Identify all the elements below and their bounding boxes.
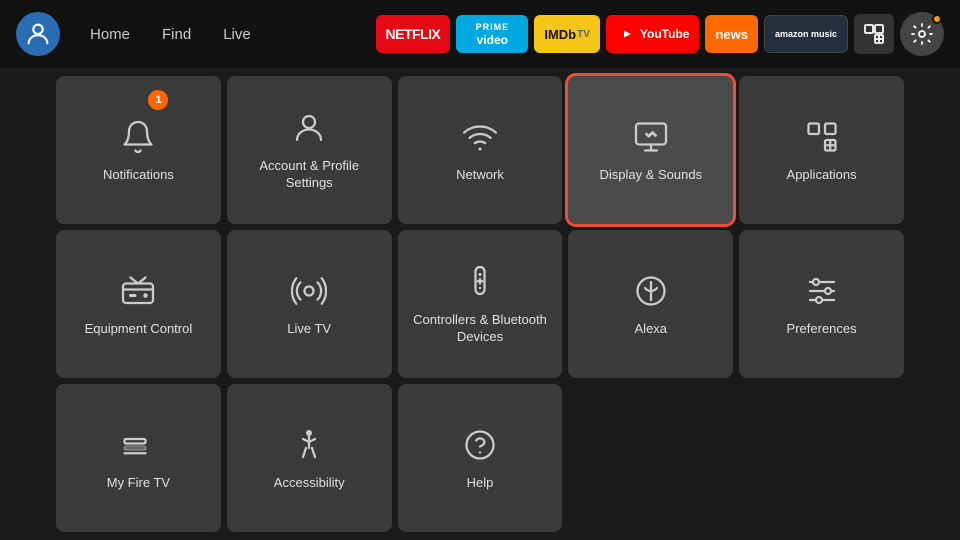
news-app[interactable]: news — [705, 15, 758, 53]
display-sounds-label: Display & Sounds — [591, 167, 710, 184]
alexa-label: Alexa — [627, 321, 676, 338]
prime-video-app[interactable]: prime video — [456, 15, 528, 53]
tile-network[interactable]: Network — [398, 76, 563, 224]
nav-find[interactable]: Find — [148, 18, 205, 51]
tile-equipment[interactable]: Equipment Control — [56, 230, 221, 378]
youtube-label: YouTube — [640, 27, 690, 41]
alexa-icon — [631, 271, 671, 311]
tv-icon — [118, 271, 158, 311]
tile-accessibility[interactable]: Accessibility — [227, 384, 392, 532]
tile-account[interactable]: Account & Profile Settings — [227, 76, 392, 224]
tile-live-tv[interactable]: Live TV — [227, 230, 392, 378]
antenna-icon — [289, 271, 329, 311]
help-label: Help — [459, 475, 502, 492]
help-icon — [460, 425, 500, 465]
live-tv-label: Live TV — [279, 321, 339, 338]
tile-alexa[interactable]: Alexa — [568, 230, 733, 378]
wifi-icon — [460, 117, 500, 157]
settings-grid: 1 Notifications Account & Profile Settin… — [0, 68, 960, 540]
tile-controllers[interactable]: Controllers & Bluetooth Devices — [398, 230, 563, 378]
controllers-label: Controllers & Bluetooth Devices — [398, 312, 563, 346]
youtube-app[interactable]: YouTube — [606, 15, 700, 53]
applications-label: Applications — [779, 167, 865, 184]
nav-links: Home Find Live — [76, 18, 265, 51]
remote-icon — [460, 262, 500, 302]
tile-display-sounds[interactable]: Display & Sounds — [568, 76, 733, 224]
imdb-label: IMDb — [544, 27, 576, 42]
tile-my-fire-tv[interactable]: My Fire TV — [56, 384, 221, 532]
tile-preferences[interactable]: Preferences — [739, 230, 904, 378]
news-label: news — [715, 27, 748, 42]
notifications-label: Notifications — [95, 167, 182, 184]
accessibility-label: Accessibility — [266, 475, 353, 492]
sliders-icon — [802, 271, 842, 311]
preferences-label: Preferences — [779, 321, 865, 338]
imdb-app[interactable]: IMDb TV — [534, 15, 600, 53]
amazon-music-label: amazon music — [775, 29, 837, 39]
app-icons: NETFLIX prime video IMDb TV YouTube news… — [376, 12, 945, 56]
my-fire-tv-label: My Fire TV — [99, 475, 178, 492]
prime-label-top: prime — [476, 22, 510, 32]
tile-help[interactable]: Help — [398, 384, 563, 532]
accessibility-icon — [289, 425, 329, 465]
settings-button[interactable] — [900, 12, 944, 56]
equipment-label: Equipment Control — [77, 321, 201, 338]
display-icon — [631, 117, 671, 157]
imdb-tv-label: TV — [577, 29, 590, 40]
settings-notification-dot — [932, 14, 942, 24]
nav-live[interactable]: Live — [209, 18, 265, 51]
tile-applications[interactable]: Applications — [739, 76, 904, 224]
fire-icon — [118, 425, 158, 465]
netflix-app[interactable]: NETFLIX — [376, 15, 451, 53]
amazon-music-app[interactable]: amazon music — [764, 15, 848, 53]
nav-home[interactable]: Home — [76, 18, 144, 51]
empty-slot-2 — [739, 384, 904, 532]
notification-badge: 1 — [148, 90, 168, 110]
person-icon — [289, 108, 329, 148]
grid-button[interactable] — [854, 14, 894, 54]
bell-icon — [118, 117, 158, 157]
network-label: Network — [448, 167, 512, 184]
empty-slot-1 — [568, 384, 733, 532]
tile-notifications[interactable]: 1 Notifications — [56, 76, 221, 224]
account-label: Account & Profile Settings — [227, 158, 392, 192]
prime-label-bottom: video — [477, 33, 508, 47]
top-nav: Home Find Live NETFLIX prime video IMDb … — [0, 0, 960, 68]
apps-icon — [802, 117, 842, 157]
user-avatar[interactable] — [16, 12, 60, 56]
